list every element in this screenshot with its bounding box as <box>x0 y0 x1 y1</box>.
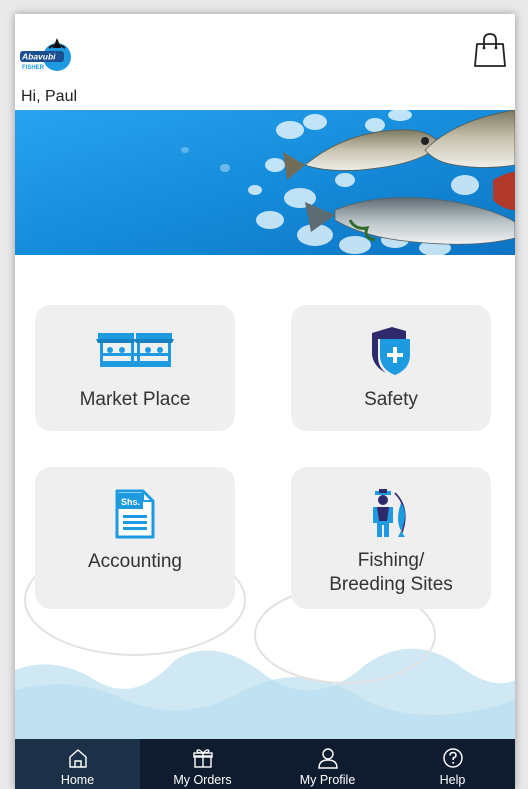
app-header: Abavubi FISHER Hi, Paul <box>15 14 515 110</box>
tile-market-place[interactable]: Market Place <box>35 305 235 431</box>
shs-document-icon: Shs. <box>115 489 155 539</box>
main-content: Market Place Safety Shs. Accounting Fish… <box>15 255 515 740</box>
nav-my-orders[interactable]: My Orders <box>140 739 265 789</box>
tile-fishing-label-line1: Fishing/ <box>357 550 425 571</box>
market-stall-icon <box>96 333 174 367</box>
nav-help-label: Help <box>439 773 466 787</box>
nav-my-orders-label: My Orders <box>173 773 232 787</box>
tile-accounting-label: Accounting <box>87 551 182 572</box>
hero-fish-banner <box>15 110 515 255</box>
tile-safety-label: Safety <box>364 389 418 410</box>
home-icon <box>68 749 87 768</box>
help-circle-icon <box>442 748 463 768</box>
user-greeting: Hi, Paul <box>21 88 78 105</box>
tile-fishing-label: Fishing/ Breeding Sites <box>291 549 491 597</box>
gift-box-icon <box>192 749 213 768</box>
fisherman-icon <box>373 489 406 537</box>
shield-plus-icon <box>372 327 410 375</box>
user-icon <box>317 748 338 769</box>
tile-fishing-label-line2: Breeding Sites <box>329 574 453 595</box>
abavubi-fisher-logo: Abavubi FISHER <box>20 38 71 71</box>
tile-fishing-breeding-sites[interactable]: Fishing/ Breeding Sites <box>291 467 491 609</box>
shs-text: Shs. <box>121 497 140 507</box>
nav-my-profile-label: My Profile <box>299 773 356 787</box>
tile-market-place-label: Market Place <box>79 389 191 410</box>
app-screen: Abavubi FISHER Hi, Paul Market Place Saf… <box>15 14 515 789</box>
bottom-navigation: Home My Orders My Profile Help <box>15 739 515 789</box>
nav-help[interactable]: Help <box>390 739 515 789</box>
tile-accounting[interactable]: Shs. Accounting <box>35 467 235 609</box>
tile-safety[interactable]: Safety <box>291 305 491 431</box>
nav-home[interactable]: Home <box>15 739 140 789</box>
shopping-bag-icon[interactable] <box>473 32 507 68</box>
logo-subtext: FISHER <box>22 65 45 71</box>
logo-text: Abavubi <box>21 52 56 62</box>
nav-home-label: Home <box>60 773 95 787</box>
nav-my-profile[interactable]: My Profile <box>265 739 390 789</box>
